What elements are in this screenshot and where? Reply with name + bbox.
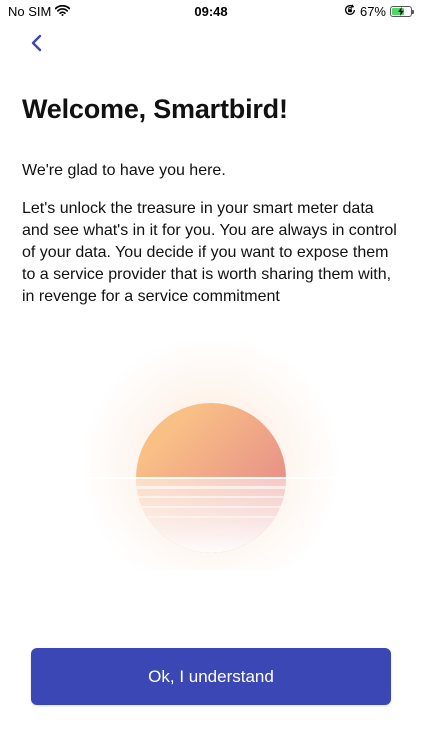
chevron-left-icon (31, 34, 42, 52)
intro-text: Let's unlock the treasure in your smart … (22, 200, 397, 305)
battery-percent: 67% (359, 4, 386, 19)
battery-charging-icon (390, 6, 414, 17)
back-button[interactable] (24, 30, 52, 58)
ok-understand-button[interactable]: Ok, I understand (31, 648, 391, 705)
status-bar: No SIM 09:48 67% (0, 0, 422, 22)
battery-cap (412, 10, 414, 14)
status-right: 67% (344, 4, 414, 19)
greeting-text: We're glad to have you here. (22, 162, 226, 179)
horizon-line (71, 477, 351, 479)
orientation-lock-icon (344, 4, 356, 19)
charging-bolt-icon (398, 7, 404, 16)
sunset-illustration (71, 335, 351, 595)
page-title: Welcome, Smartbird! (22, 94, 288, 124)
